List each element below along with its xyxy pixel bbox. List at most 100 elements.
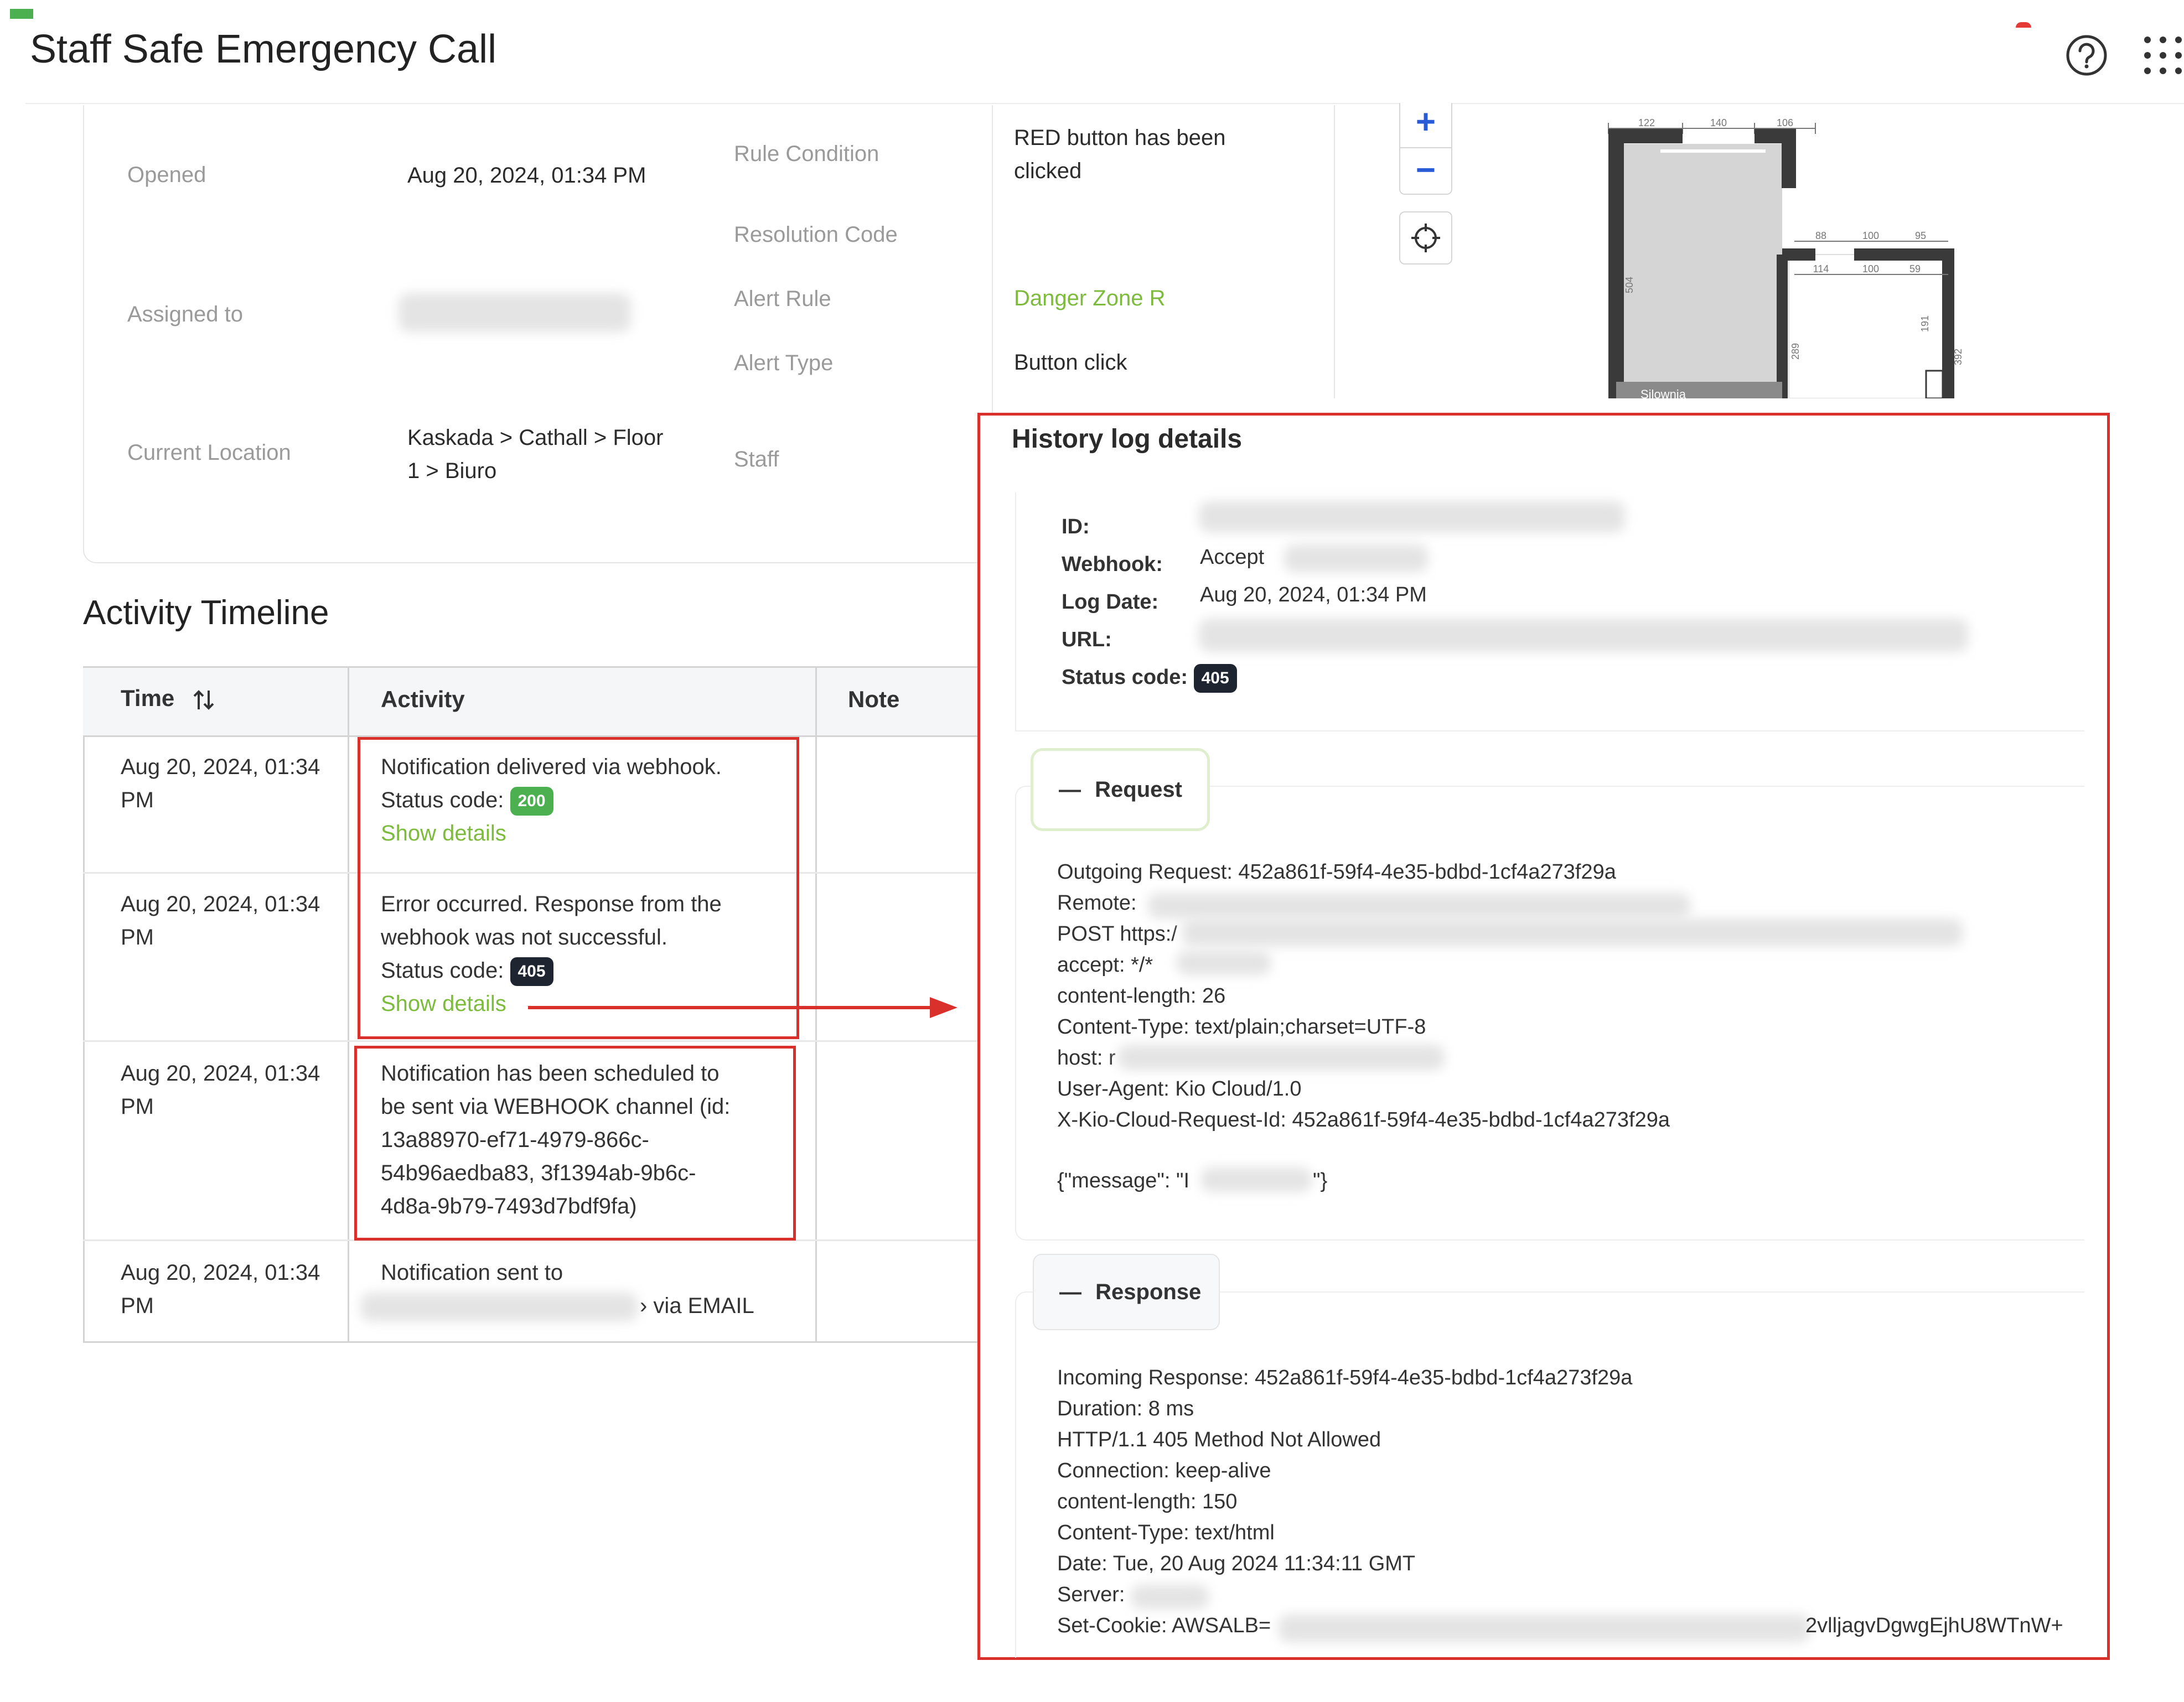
request-line: X-Kio-Cloud-Request-Id: 452a861f-59f4-4e…: [1057, 1108, 1670, 1132]
request-title: Request: [1095, 777, 1182, 802]
table-bottom-border: [83, 1341, 985, 1343]
dim-right-1: 88: [1815, 230, 1826, 241]
request-line: content-length: 26: [1057, 984, 1226, 1008]
dim-lower-1: 114: [1813, 263, 1829, 274]
opened-value: Aug 20, 2024, 01:34 PM: [407, 163, 646, 188]
annotation-box-scheduled-row: [354, 1046, 796, 1241]
crosshair-icon: [1411, 224, 1440, 252]
details-vertical-divider: [1334, 105, 1335, 398]
resolution-code-label: Resolution Code: [734, 222, 898, 247]
dim-top-3: 106: [1777, 117, 1793, 128]
dim-lower-2: 100: [1862, 263, 1879, 274]
status-badge: 405: [1193, 663, 1237, 693]
location-line2: 1 > Biuro: [407, 459, 497, 483]
webhook-value-redacted: [1284, 544, 1428, 572]
logdate-value: Aug 20, 2024, 01:34 PM: [1200, 583, 1427, 606]
floor-plan[interactable]: 122 140 106 88 100 95 114 100 59 504 289…: [1594, 116, 1992, 398]
email-redacted: [361, 1293, 638, 1321]
row-divider: [83, 1040, 985, 1042]
alert-type-value: Button click: [1014, 350, 1127, 375]
activity-text: › via EMAIL: [640, 1294, 754, 1318]
locate-button[interactable]: [1399, 211, 1452, 264]
response-line: HTTP/1.1 405 Method Not Allowed: [1057, 1428, 1381, 1451]
request-toggle[interactable]: — Request: [1031, 748, 1210, 831]
time-column-header[interactable]: Time: [121, 685, 216, 713]
request-line: Content-Type: text/plain;charset=UTF-8: [1057, 1015, 1426, 1039]
dim-top-1: 122: [1638, 117, 1655, 128]
grid-dots-icon[interactable]: [2142, 34, 2184, 76]
note-column-header: Note: [848, 686, 900, 712]
dim-right-2: 100: [1862, 230, 1879, 241]
row-time-2: PM: [121, 925, 154, 949]
id-value-redacted: [1199, 501, 1625, 532]
collapse-icon: —: [1059, 1280, 1081, 1304]
server-redacted: [1131, 1585, 1209, 1609]
alert-rule-label: Alert Rule: [734, 287, 831, 311]
location-label: Current Location: [127, 440, 291, 465]
response-toggle[interactable]: — Response: [1033, 1254, 1220, 1330]
zoom-out-button[interactable]: −: [1400, 148, 1451, 193]
dim-side-right: 191: [1919, 315, 1931, 332]
row-time-1: Aug 20, 2024, 01:34: [121, 755, 320, 779]
request-line: Outgoing Request: 452a861f-59f4-4e35-bdb…: [1057, 860, 1616, 884]
response-title: Response: [1095, 1280, 1202, 1304]
request-line: User-Agent: Kio Cloud/1.0: [1057, 1077, 1302, 1101]
activity-column-header: Activity: [381, 686, 465, 712]
host-redacted: [1118, 1045, 1445, 1070]
dim-side-left: 504: [1624, 277, 1635, 293]
table-row: Aug 20, 2024, 01:34 PM: [121, 750, 320, 817]
request-body-redacted: [1201, 1167, 1312, 1192]
url-value-redacted: [1199, 619, 1968, 652]
table-row: Aug 20, 2024, 01:34 PM: [121, 1256, 320, 1322]
dim-side-far: 392: [1953, 349, 1964, 365]
location-line1: Kaskada > Cathall > Floor: [407, 426, 664, 450]
dim-side-mid: 289: [1790, 343, 1801, 360]
alert-type-label: Alert Type: [734, 351, 834, 375]
response-line: Content-Type: text/html: [1057, 1521, 1275, 1544]
rule-condition-line2: clicked: [1014, 159, 1082, 183]
request-body-start: {"message": "I: [1057, 1169, 1190, 1192]
cookie-redacted: [1279, 1615, 1810, 1642]
dim-top-2: 140: [1710, 117, 1727, 128]
annotation-arrow: [528, 997, 958, 1018]
response-line: Connection: keep-alive: [1057, 1459, 1271, 1482]
status-code-label: Status code:: [1062, 666, 1188, 689]
timeline-title: Activity Timeline: [83, 594, 329, 632]
help-circle-icon[interactable]: [2064, 33, 2109, 77]
response-line: Duration: 8 ms: [1057, 1397, 1194, 1420]
rule-condition-line1: RED button has been: [1014, 126, 1226, 150]
response-line: content-length: 150: [1057, 1490, 1238, 1513]
staff-label: Staff: [734, 447, 779, 471]
row-time-2: PM: [121, 788, 154, 812]
time-header-label: Time: [121, 685, 175, 711]
row-time-2: PM: [121, 1094, 154, 1119]
response-line: Incoming Response: 452a861f-59f4-4e35-bd…: [1057, 1366, 1633, 1389]
header-divider: [25, 103, 2184, 104]
row-time-1: Aug 20, 2024, 01:34: [121, 1260, 320, 1285]
response-line: Date: Tue, 20 Aug 2024 11:34:11 GMT: [1057, 1552, 1416, 1575]
row-time-2: PM: [121, 1294, 154, 1318]
post-url-redacted: [1182, 919, 1963, 946]
history-title: History log details: [1012, 424, 1243, 454]
cookie-tail: 2vlljagvDgwgEjhU8WTnW+: [1805, 1614, 2063, 1637]
row-time-1: Aug 20, 2024, 01:34: [121, 892, 320, 916]
row-time-1: Aug 20, 2024, 01:34: [121, 1061, 320, 1086]
page-title: Staff Safe Emergency Call: [30, 27, 497, 71]
request-body-end: "}: [1313, 1169, 1328, 1192]
sort-icon[interactable]: [191, 687, 216, 713]
notification-dot: [2016, 22, 2031, 28]
brand-marker: [10, 9, 33, 19]
zoom-control: + −: [1399, 103, 1452, 195]
remote-redacted: [1148, 893, 1690, 919]
dim-right-3: 95: [1915, 230, 1926, 241]
opened-label: Opened: [127, 163, 206, 187]
zoom-in-button[interactable]: +: [1400, 103, 1451, 148]
dim-lower-3: 59: [1909, 263, 1921, 274]
alert-rule-link[interactable]: Danger Zone R: [1014, 282, 1165, 315]
assigned-value-redacted: [398, 293, 631, 332]
room-label: Silownia: [1640, 387, 1686, 398]
request-line: accept: */*: [1057, 953, 1153, 977]
table-row: Aug 20, 2024, 01:34 PM: [121, 888, 320, 954]
rule-condition-label: Rule Condition: [734, 142, 879, 166]
table-row: Aug 20, 2024, 01:34 PM: [121, 1057, 320, 1123]
